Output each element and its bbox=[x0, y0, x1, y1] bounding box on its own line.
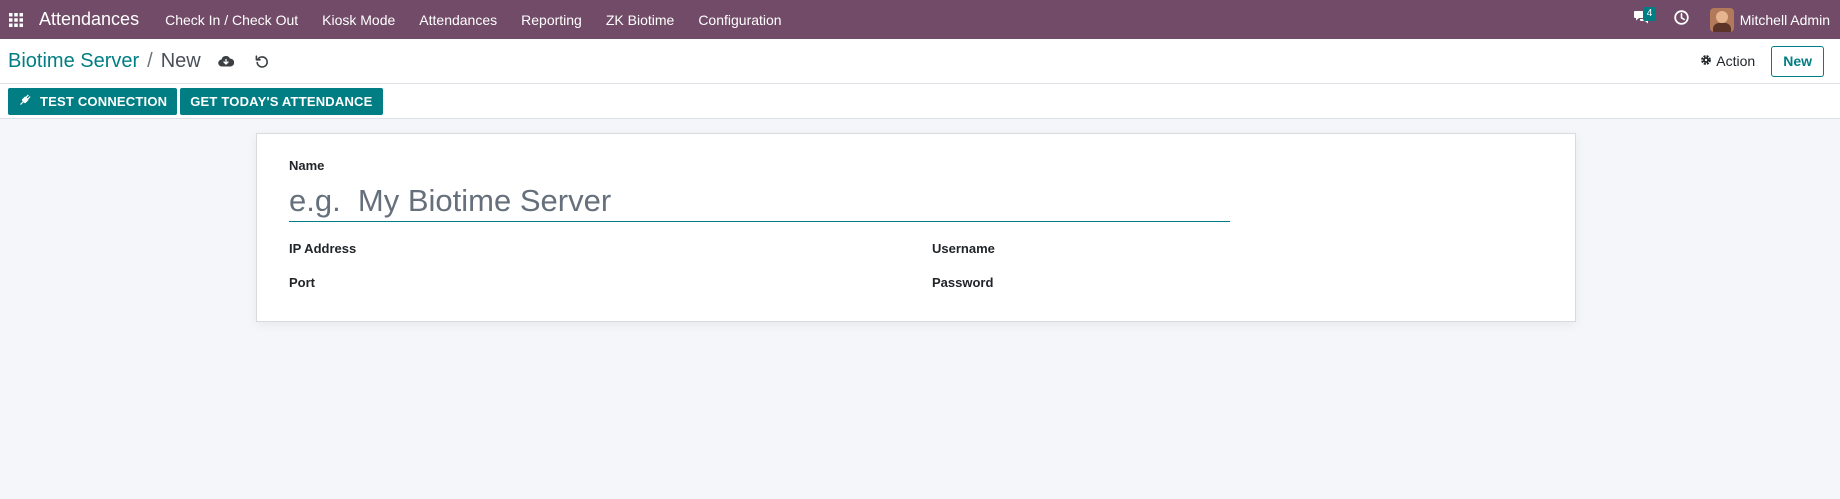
get-attendance-label: GET TODAY'S ATTENDANCE bbox=[190, 93, 373, 109]
messaging-button[interactable]: 4 bbox=[1622, 0, 1662, 39]
menu-check-in-check-out[interactable]: Check In / Check Out bbox=[153, 0, 310, 39]
app-name[interactable]: Attendances bbox=[39, 9, 139, 30]
menu-kiosk-mode[interactable]: Kiosk Mode bbox=[310, 0, 407, 39]
breadcrumb: Biotime Server / New bbox=[8, 50, 201, 73]
username-label: Username bbox=[932, 241, 995, 256]
port-label: Port bbox=[289, 275, 315, 290]
password-label: Password bbox=[932, 275, 994, 290]
gear-icon bbox=[1700, 53, 1712, 69]
menu-configuration[interactable]: Configuration bbox=[686, 0, 793, 39]
breadcrumb-separator: / bbox=[147, 49, 153, 72]
user-name: Mitchell Admin bbox=[1739, 11, 1830, 28]
discard-undo-icon[interactable] bbox=[251, 50, 273, 72]
get-todays-attendance-button[interactable]: GET TODAY'S ATTENDANCE bbox=[180, 87, 383, 115]
menu-zk-biotime[interactable]: ZK Biotime bbox=[594, 0, 686, 39]
name-input[interactable] bbox=[289, 180, 1230, 222]
ip-address-label: IP Address bbox=[289, 241, 357, 256]
new-record-button[interactable]: New bbox=[1771, 45, 1824, 77]
breadcrumb-current: New bbox=[160, 49, 201, 72]
name-label: Name bbox=[289, 158, 325, 173]
systray: 4 Mitchell Admin bbox=[1622, 0, 1840, 39]
top-navbar: Attendances Check In / Check Out Kiosk M… bbox=[0, 0, 1840, 39]
menu-reporting[interactable]: Reporting bbox=[509, 0, 594, 39]
clock-icon bbox=[1674, 9, 1689, 30]
control-panel: Biotime Server / New Action New bbox=[0, 39, 1840, 84]
activities-button[interactable] bbox=[1662, 0, 1702, 39]
control-panel-actions: Action New bbox=[1700, 45, 1832, 77]
breadcrumb-biotime-server[interactable]: Biotime Server bbox=[8, 50, 139, 73]
test-connection-label: TEST CONNECTION bbox=[40, 93, 168, 109]
server-fields-grid: IP Address Username Port Password bbox=[289, 240, 1543, 291]
action-menu-button[interactable]: Action bbox=[1700, 53, 1755, 69]
plug-icon bbox=[18, 93, 32, 110]
test-connection-button[interactable]: TEST CONNECTION bbox=[8, 87, 178, 115]
messages-count-badge: 4 bbox=[1642, 7, 1657, 21]
user-menu[interactable]: Mitchell Admin bbox=[1702, 0, 1830, 39]
avatar bbox=[1709, 7, 1734, 32]
menu-attendances[interactable]: Attendances bbox=[407, 0, 509, 39]
save-cloud-icon[interactable] bbox=[215, 50, 237, 72]
form-statusbar: TEST CONNECTION GET TODAY'S ATTENDANCE bbox=[0, 84, 1840, 119]
apps-grid-icon[interactable] bbox=[5, 9, 27, 31]
form-sheet: Name IP Address Username Port Password bbox=[256, 133, 1576, 322]
action-label: Action bbox=[1716, 53, 1756, 69]
